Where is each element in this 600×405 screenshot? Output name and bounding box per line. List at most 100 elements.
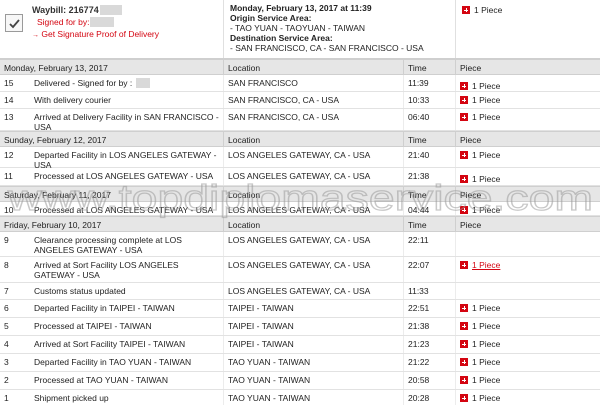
event-time: 11:33 <box>404 283 456 299</box>
column-header-piece: Piece <box>460 220 482 230</box>
event-number: 3 <box>4 357 9 367</box>
plus-icon <box>460 96 468 104</box>
destination-value: - SAN FRANCISCO, CA - SAN FRANCISCO - US… <box>230 43 424 53</box>
waybill-number: Waybill: 216774 <box>32 5 122 15</box>
event-piece[interactable]: 1 Piece <box>456 300 600 317</box>
event-description: Customs status updated <box>30 283 224 299</box>
event-description: Arrived at Delivery Facility in SAN FRAN… <box>30 109 224 132</box>
plus-icon <box>460 358 468 366</box>
event-location: TAIPEI - TAIWAN <box>224 318 404 335</box>
event-piece[interactable]: 1 Piece <box>456 336 600 353</box>
date-header-row: Saturday, February 11, 2017 Location Tim… <box>0 186 600 202</box>
event-number: 12 <box>4 150 14 160</box>
event-number: 8 <box>4 260 9 270</box>
event-time: 11:39 <box>404 75 456 91</box>
event-location: SAN FRANCISCO, CA - USA <box>224 92 404 108</box>
destination-label: Destination Service Area: <box>230 33 333 43</box>
event-location: LOS ANGELES GATEWAY, CA - USA <box>224 147 404 167</box>
origin-value: - TAO YUAN - TAOYUAN - TAIWAN <box>230 23 366 33</box>
table-row: 7 Customs status updated LOS ANGELES GAT… <box>0 283 600 300</box>
event-description: Processed at LOS ANGELES GATEWAY - USA <box>30 168 224 185</box>
date-header: Monday, February 13, 2017 <box>0 60 224 74</box>
column-header-time: Time <box>404 60 456 74</box>
event-piece <box>456 283 600 299</box>
event-time: 10:33 <box>404 92 456 108</box>
event-number: 10 <box>4 205 14 215</box>
event-piece[interactable]: 1 Piece <box>456 372 600 389</box>
table-row: 14 With delivery courier SAN FRANCISCO, … <box>0 92 600 109</box>
table-row: 10 Processed at LOS ANGELES GATEWAY - US… <box>0 202 600 216</box>
plus-icon <box>460 322 468 330</box>
event-location: TAO YUAN - TAIWAN <box>224 354 404 371</box>
plus-icon <box>460 82 468 90</box>
date-header-row: Monday, February 13, 2017 Location Time … <box>0 59 600 75</box>
event-piece[interactable]: 1 Piece <box>456 390 600 405</box>
event-time: 04:44 <box>404 202 456 215</box>
event-piece <box>456 232 600 256</box>
plus-icon <box>462 6 470 14</box>
event-description: Shipment picked up <box>30 390 224 405</box>
event-time: 21:40 <box>404 147 456 167</box>
event-number: 15 <box>4 78 14 88</box>
delivered-datetime: Monday, February 13, 2017 at 11:39 <box>230 3 372 13</box>
event-piece[interactable]: 1 Piece <box>456 92 600 108</box>
event-number: 13 <box>4 112 14 122</box>
date-header: Friday, February 10, 2017 <box>0 217 224 231</box>
select-checkbox[interactable] <box>5 14 23 32</box>
plus-icon <box>460 394 468 402</box>
table-row: 13 Arrived at Delivery Facility in SAN F… <box>0 109 600 132</box>
event-piece[interactable]: 1 Piece <box>456 109 600 130</box>
event-piece[interactable]: 1 Piece <box>456 147 600 167</box>
summary-piece[interactable]: 1 Piece <box>462 5 502 15</box>
event-description: Arrived at Sort Facility TAIPEI - TAIWAN <box>30 336 224 353</box>
date-header-row: Sunday, February 12, 2017 Location Time … <box>0 131 600 147</box>
plus-icon <box>460 175 468 183</box>
event-time: 20:58 <box>404 372 456 389</box>
event-piece[interactable]: 1 Piece <box>456 202 600 215</box>
column-header-piece: Piece <box>460 63 482 73</box>
table-row: 15 Delivered - Signed for by : SAN FRANC… <box>0 75 600 92</box>
event-time: 21:38 <box>404 318 456 335</box>
event-location: LOS ANGELES GATEWAY, CA - USA <box>224 168 404 185</box>
event-description: Departed Facility in LOS ANGELES GATEWAY… <box>30 147 224 170</box>
event-number: 7 <box>4 286 9 296</box>
event-description: Processed at TAIPEI - TAIWAN <box>30 318 224 335</box>
event-number: 2 <box>4 375 9 385</box>
plus-icon <box>460 113 468 121</box>
date-header: Sunday, February 12, 2017 <box>0 132 224 146</box>
event-description: Departed Facility in TAO YUAN - TAIWAN <box>30 354 224 371</box>
event-description: Clearance processing complete at LOS ANG… <box>30 232 224 256</box>
plus-icon <box>460 340 468 348</box>
column-header-time: Time <box>404 217 456 231</box>
event-description: Processed at LOS ANGELES GATEWAY - USA <box>30 202 224 215</box>
event-location: LOS ANGELES GATEWAY, CA - USA <box>224 283 404 299</box>
table-row: 2 Processed at TAO YUAN - TAIWAN TAO YUA… <box>0 372 600 390</box>
event-piece[interactable]: 1 Piece <box>456 354 600 371</box>
event-piece[interactable]: 1 Piece <box>456 75 600 91</box>
shipment-summary: Waybill: 216774 Signed for by: → Get Sig… <box>0 0 600 59</box>
event-number: 5 <box>4 321 9 331</box>
event-number: 4 <box>4 339 9 349</box>
table-row: 11 Processed at LOS ANGELES GATEWAY - US… <box>0 168 600 186</box>
redacted-block <box>90 17 115 27</box>
signature-proof-link[interactable]: → Get Signature Proof of Delivery <box>32 29 159 39</box>
table-row: 5 Processed at TAIPEI - TAIWAN TAIPEI - … <box>0 318 600 336</box>
plus-icon <box>460 206 468 214</box>
column-header-piece: Piece <box>460 135 482 145</box>
column-header-location: Location <box>224 217 404 231</box>
event-number: 1 <box>4 393 9 403</box>
event-piece[interactable]: 1 Piece <box>456 168 600 185</box>
event-piece[interactable]: 1 Piece <box>456 257 600 282</box>
checkmark-icon <box>8 18 20 28</box>
event-location: TAO YUAN - TAIWAN <box>224 372 404 389</box>
event-location: LOS ANGELES GATEWAY, CA - USA <box>224 202 404 215</box>
summary-waybill-column: Waybill: 216774 Signed for by: → Get Sig… <box>0 0 224 58</box>
column-header-time: Time <box>404 132 456 146</box>
event-time: 22:07 <box>404 257 456 282</box>
event-piece[interactable]: 1 Piece <box>456 318 600 335</box>
column-header-piece: Piece <box>460 190 482 200</box>
event-description: Delivered - Signed for by : <box>30 75 224 91</box>
event-time: 21:22 <box>404 354 456 371</box>
event-number: 11 <box>4 171 13 181</box>
date-header: Saturday, February 11, 2017 <box>0 187 224 201</box>
